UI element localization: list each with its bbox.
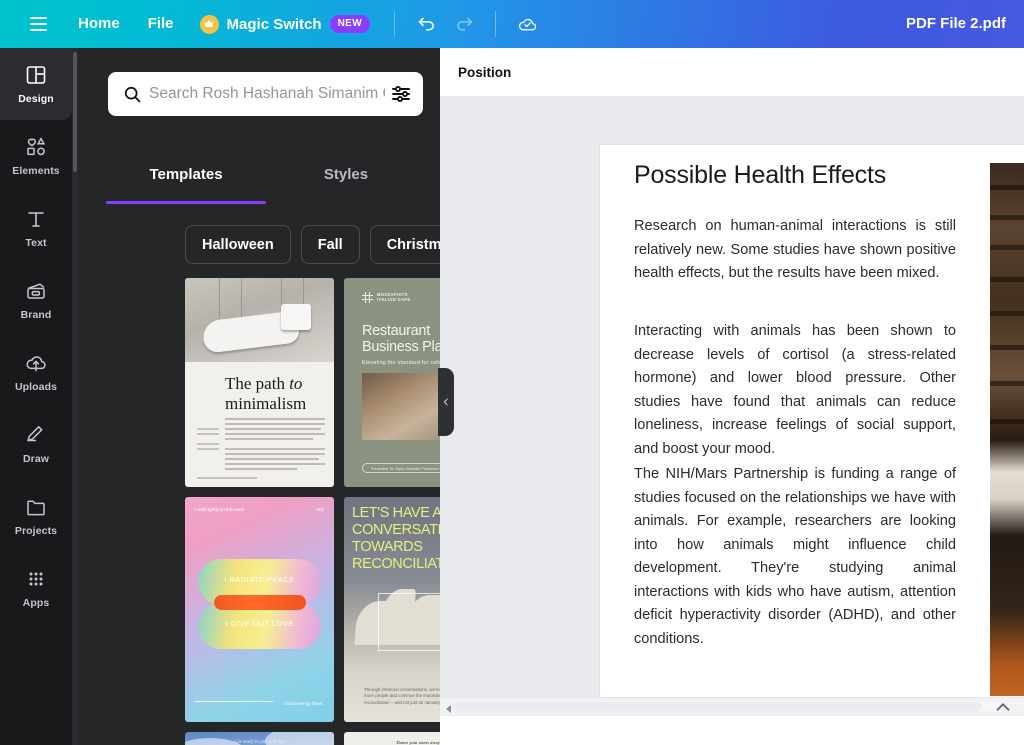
hamburger-icon[interactable] [12,0,64,48]
chevron-left-icon [443,398,448,406]
template-card-opaline[interactable]: Get ready to jam with us! Opaline: The C… [185,732,334,745]
template-meta-lines [197,428,219,453]
filter-sliders-icon[interactable] [389,82,413,106]
template-card-minimalism[interactable]: The path to minimalism [185,278,334,487]
template-footer [197,477,257,479]
page-paragraph-1: Research on human-animal interactions is… [634,218,956,281]
template-number: 001 [316,507,324,512]
template-logo-icon [362,292,373,303]
animal-photo[interactable] [990,163,1024,696]
template-photo [185,278,334,362]
left-sidebar: Design Elements Text Brand Uploads Draw … [0,48,72,745]
magic-switch-button[interactable]: Magic Switch NEW [188,8,383,40]
template-card-affirmation[interactable]: I walk lightly on this earth. 001 I RADI… [185,497,334,722]
undo-icon[interactable] [407,5,445,43]
notes-bar[interactable]: Notes [440,715,1024,745]
toolbar-divider [394,11,396,37]
chip-fall[interactable]: Fall [300,225,360,264]
template-subtitle: Elevating the standard for cafes [362,360,445,366]
editor-area: Position Possible Health Effects Researc… [440,48,1024,745]
sidebar-item-uploads[interactable]: Uploads [0,336,72,408]
template-line-2: I GIVE OUT LOVE [225,619,294,628]
template-graphic: I RADIATE PEACE I GIVE OUT LOVE [198,559,321,649]
crown-icon [199,14,219,34]
sidebar-item-label: Elements [12,165,60,177]
tab-templates[interactable]: Templates [106,158,266,204]
search-bar[interactable] [108,72,423,116]
page-paragraph-2: Interacting with animals has been shown … [634,323,956,457]
template-title: The path to minimalism [225,374,307,413]
sidebar-item-label: Text [25,237,47,249]
sidebar-item-design[interactable]: Design [0,48,72,120]
sidebar-item-label: Apps [22,597,50,609]
sidebar-item-label: Brand [20,309,52,321]
document-page[interactable]: Possible Health Effects Research on huma… [600,145,1024,725]
sidebar-item-projects[interactable]: Projects [0,480,72,552]
editor-canvas[interactable]: Possible Health Effects Research on huma… [440,97,1024,725]
template-title: Restaurant Business Plan [362,323,450,355]
sidebar-item-apps[interactable]: Apps [0,552,72,624]
template-brand: MOZZAFIATO ITALIAN CAFE [377,292,411,303]
template-body-lines [225,418,325,473]
template-kicker: Get ready to jam with us! [234,740,285,745]
sidebar-item-label: Draw [22,453,50,465]
sidebar-item-text[interactable]: Text [0,192,72,264]
expand-notes-button[interactable] [992,698,1014,716]
editor-toolbar: Position [440,48,1024,97]
file-menu-button[interactable]: File [134,8,188,40]
horizontal-scrollbar[interactable] [440,697,1024,715]
redo-icon[interactable] [445,5,483,43]
position-button[interactable]: Position [458,65,511,80]
magic-switch-label: Magic Switch [226,15,322,33]
canva-editor-window: Home File Magic Switch NEW PDF File 2.pd… [0,0,1024,745]
chevron-up-icon [996,703,1010,711]
scrollbar-thumb[interactable] [452,702,982,711]
page-title: Possible Health Effects [634,161,887,189]
template-footer: Good energy flows. [284,701,324,706]
cloud-saved-icon[interactable] [508,5,546,43]
sidebar-item-label: Uploads [14,381,58,393]
panel-collapse-button[interactable] [438,368,454,436]
sidebar-item-elements[interactable]: Elements [0,120,72,192]
toolbar-divider-2 [495,11,497,37]
chip-halloween[interactable]: Halloween [185,225,291,264]
page-paragraph-3: The NIH/Mars Partnership is funding a ra… [634,466,956,647]
template-line-1: I RADIATE PEACE [224,575,295,584]
search-input[interactable] [149,85,385,103]
search-icon [124,86,141,102]
top-toolbar: Home File Magic Switch NEW PDF File 2.pd… [0,0,1024,48]
new-badge: NEW [329,15,371,33]
scrollbar-thumb[interactable] [73,52,77,172]
template-kicker: I walk lightly on this earth. [195,507,246,512]
sidebar-item-brand[interactable]: Brand [0,264,72,336]
tab-styles[interactable]: Styles [266,158,426,204]
document-title[interactable]: PDF File 2.pdf [906,0,1006,48]
panel-tabs: Templates Styles [106,158,426,204]
home-menu-button[interactable]: Home [64,8,134,40]
sidebar-item-label: Design [18,93,54,105]
templates-panel: Templates Styles Halloween Fall Christma… [78,48,514,745]
sidebar-item-label: Projects [14,525,58,537]
sidebar-item-draw[interactable]: Draw [0,408,72,480]
